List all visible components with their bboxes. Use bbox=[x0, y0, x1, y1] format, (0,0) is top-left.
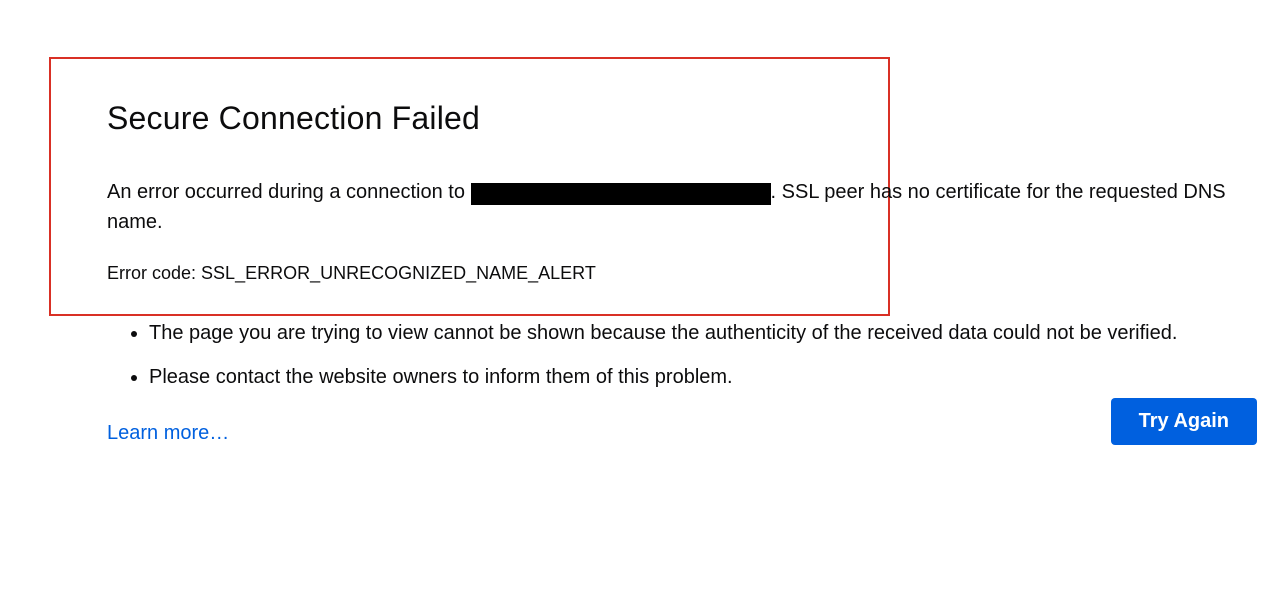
error-code-value: SSL_ERROR_UNRECOGNIZED_NAME_ALERT bbox=[201, 263, 596, 283]
error-code-line: Error code: SSL_ERROR_UNRECOGNIZED_NAME_… bbox=[107, 263, 1281, 284]
error-code-label: Error code: bbox=[107, 263, 201, 283]
error-bullet-item: The page you are trying to view cannot b… bbox=[149, 318, 1281, 348]
error-page-content: Secure Connection Failed An error occurr… bbox=[107, 100, 1281, 445]
learn-more-link[interactable]: Learn more… bbox=[107, 422, 229, 445]
error-description: An error occurred during a connection to… bbox=[107, 177, 1281, 237]
error-desc-prefix: An error occurred during a connection to bbox=[107, 181, 471, 203]
try-again-button[interactable]: Try Again bbox=[1111, 398, 1257, 445]
error-bullet-list: The page you are trying to view cannot b… bbox=[149, 318, 1281, 392]
error-title: Secure Connection Failed bbox=[107, 100, 1281, 137]
error-bullet-item: Please contact the website owners to inf… bbox=[149, 362, 1281, 392]
redacted-hostname bbox=[471, 183, 771, 205]
